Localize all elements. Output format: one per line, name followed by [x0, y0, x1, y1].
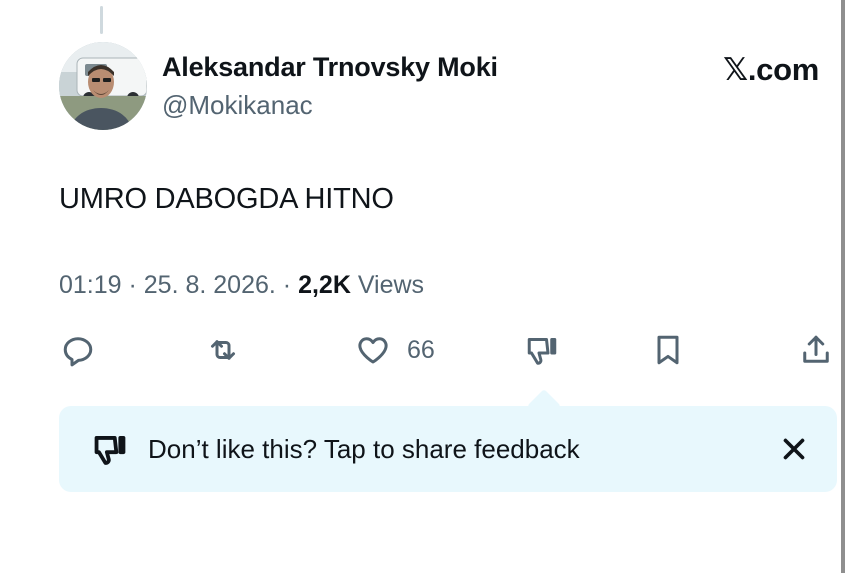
author-display-name[interactable]: Aleksandar Trnovsky Moki [162, 52, 498, 83]
close-icon [783, 438, 805, 460]
tweet-time[interactable]: 01:19 [59, 271, 122, 299]
author-handle[interactable]: @Mokikanac [162, 90, 313, 121]
reply-button[interactable] [60, 330, 96, 370]
share-icon [803, 335, 829, 363]
dislike-button[interactable] [524, 330, 560, 370]
like-count: 66 [407, 335, 435, 364]
meta-separator: · [275, 271, 299, 299]
views-label: Views [350, 271, 425, 299]
x-brand-label: 𝕏.com [723, 52, 819, 87]
thumbs-down-icon [91, 430, 129, 468]
thread-connector-line [100, 6, 103, 34]
like-button[interactable]: 66 [355, 330, 435, 370]
tweet-meta: 01:19 · 25. 8. 2026. · 2,2K Views [59, 271, 424, 300]
avatar[interactable] [59, 42, 147, 130]
meta-separator: · [121, 271, 144, 299]
feedback-prompt[interactable]: Don’t like this? Tap to share feedback [59, 406, 837, 492]
heart-icon [358, 337, 388, 364]
feedback-prompt-text[interactable]: Don’t like this? Tap to share feedback [148, 434, 580, 465]
thumbs-down-icon [527, 338, 557, 365]
views-count: 2,2K [298, 271, 351, 299]
tweet-date[interactable]: 25. 8. 2026. [144, 271, 276, 299]
tweet-action-bar: 66 [0, 330, 851, 374]
retweet-icon [211, 340, 235, 360]
tweet-text: UMRO DABOGDA HITNO [59, 183, 394, 215]
bookmark-icon [657, 335, 679, 365]
retweet-button[interactable] [205, 330, 241, 370]
share-button[interactable] [798, 330, 834, 370]
close-feedback-button[interactable] [777, 432, 811, 466]
bookmark-button[interactable] [650, 330, 686, 370]
window-edge [841, 0, 845, 573]
reply-icon [63, 337, 93, 367]
tweet-detail-view: Aleksandar Trnovsky Moki @Mokikanac 𝕏.co… [0, 0, 851, 573]
profile-photo [59, 42, 147, 130]
